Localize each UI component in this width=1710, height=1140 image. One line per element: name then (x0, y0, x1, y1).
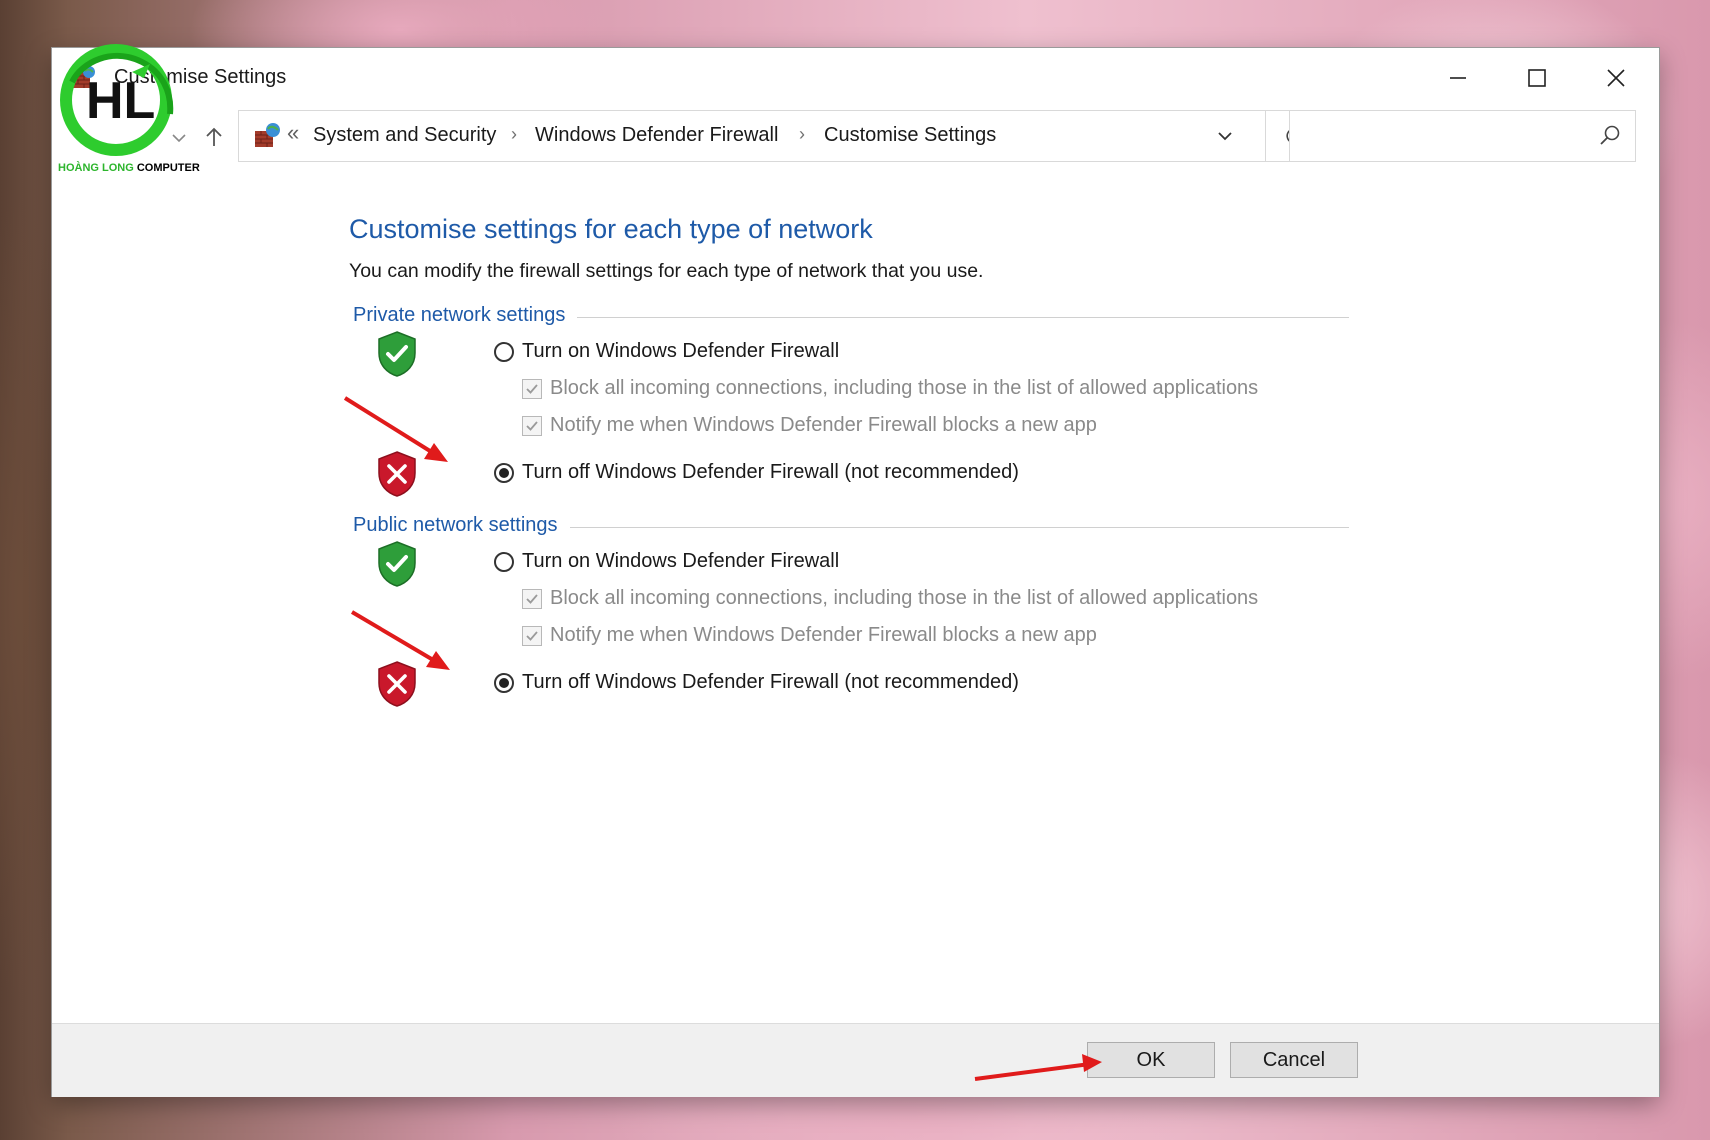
close-button[interactable] (1580, 56, 1652, 100)
maximize-button[interactable] (1501, 56, 1573, 100)
checkbox[interactable] (522, 415, 542, 436)
private-block-incoming-option[interactable]: Block all incoming connections, includin… (522, 377, 1258, 400)
radio-button-selected[interactable] (494, 462, 514, 483)
checkbox[interactable] (522, 378, 542, 399)
firewall-settings-window: Customise Settings « System and Security… (52, 48, 1659, 1097)
brand-logo-text: HOÀNG LONG COMPUTER (58, 162, 200, 174)
search-input[interactable] (1298, 119, 1582, 153)
red-shield-x-icon (378, 451, 416, 497)
public-turn-on-label: Turn on Windows Defender Firewall (522, 550, 840, 572)
address-dropdown-button[interactable] (1199, 111, 1251, 161)
brand-logo: HL HOÀNG LONG COMPUTER (52, 42, 200, 182)
public-block-incoming-option[interactable]: Block all incoming connections, includin… (522, 587, 1258, 610)
private-section-title: Private network settings (353, 304, 578, 327)
private-section-header: Private network settings (353, 302, 1349, 332)
checkmark-icon (526, 420, 538, 431)
checkmark-icon (526, 593, 538, 604)
public-section-header: Public network settings (353, 512, 1349, 542)
private-turn-off-label: Turn off Windows Defender Firewall (not … (522, 461, 1019, 483)
minimize-icon (1450, 77, 1466, 79)
minimize-button[interactable] (1422, 56, 1494, 100)
checkmark-icon (526, 630, 538, 641)
title-bar[interactable]: Customise Settings (52, 48, 1659, 106)
private-notify-label: Notify me when Windows Defender Firewall… (550, 414, 1097, 436)
breadcrumb-separator[interactable]: › (511, 124, 517, 145)
arrow-up-icon (206, 127, 222, 146)
breadcrumb-separator[interactable]: › (799, 124, 805, 145)
private-turn-off-option[interactable]: Turn off Windows Defender Firewall (not … (494, 461, 1019, 484)
chevron-down-icon (1218, 132, 1232, 141)
radio-button[interactable] (494, 341, 514, 362)
close-icon (1607, 69, 1625, 87)
public-notify-option[interactable]: Notify me when Windows Defender Firewall… (522, 624, 1097, 647)
private-turn-on-label: Turn on Windows Defender Firewall (522, 340, 840, 362)
private-notify-option[interactable]: Notify me when Windows Defender Firewall… (522, 414, 1097, 437)
checkbox[interactable] (522, 588, 542, 609)
up-button[interactable] (197, 120, 231, 154)
green-shield-check-icon (378, 541, 416, 587)
dragon-logo-icon: HL (60, 44, 174, 156)
private-block-incoming-label: Block all incoming connections, includin… (550, 377, 1259, 399)
cancel-button[interactable]: Cancel (1230, 1042, 1358, 1078)
breadcrumb-windows-defender-firewall[interactable]: Windows Defender Firewall (535, 124, 778, 147)
dialog-footer: OK Cancel (52, 1023, 1659, 1097)
breadcrumb-system-and-security[interactable]: System and Security (313, 124, 496, 147)
ok-button[interactable]: OK (1087, 1042, 1215, 1078)
page-description: You can modify the firewall settings for… (349, 260, 984, 282)
public-turn-off-option[interactable]: Turn off Windows Defender Firewall (not … (494, 671, 1019, 694)
public-notify-label: Notify me when Windows Defender Firewall… (550, 624, 1097, 646)
public-turn-off-label: Turn off Windows Defender Firewall (not … (522, 671, 1019, 693)
public-block-incoming-label: Block all incoming connections, includin… (550, 587, 1259, 609)
red-shield-x-icon (378, 661, 416, 707)
svg-text:HL: HL (86, 72, 155, 130)
private-turn-on-option[interactable]: Turn on Windows Defender Firewall (494, 340, 839, 363)
address-bar[interactable]: « System and Security › Windows Defender… (238, 110, 1320, 162)
radio-button[interactable] (494, 551, 514, 572)
brand-suffix: COMPUTER (136, 162, 200, 174)
navigation-bar: « System and Security › Windows Defender… (52, 110, 1659, 166)
green-shield-check-icon (378, 331, 416, 377)
checkbox[interactable] (522, 625, 542, 646)
breadcrumb-overflow-chevron[interactable]: « (287, 120, 299, 146)
breadcrumb-customise-settings[interactable]: Customise Settings (824, 124, 996, 147)
checkmark-icon (526, 383, 538, 394)
search-icon[interactable] (1599, 124, 1621, 146)
page-heading: Customise settings for each type of netw… (349, 214, 873, 244)
radio-button-selected[interactable] (494, 672, 514, 693)
search-box[interactable] (1289, 110, 1636, 162)
maximize-icon (1528, 69, 1546, 87)
firewall-location-icon (255, 123, 280, 147)
public-turn-on-option[interactable]: Turn on Windows Defender Firewall (494, 550, 839, 573)
brand-name: HOÀNG LONG (58, 162, 134, 174)
public-section-title: Public network settings (353, 514, 570, 537)
